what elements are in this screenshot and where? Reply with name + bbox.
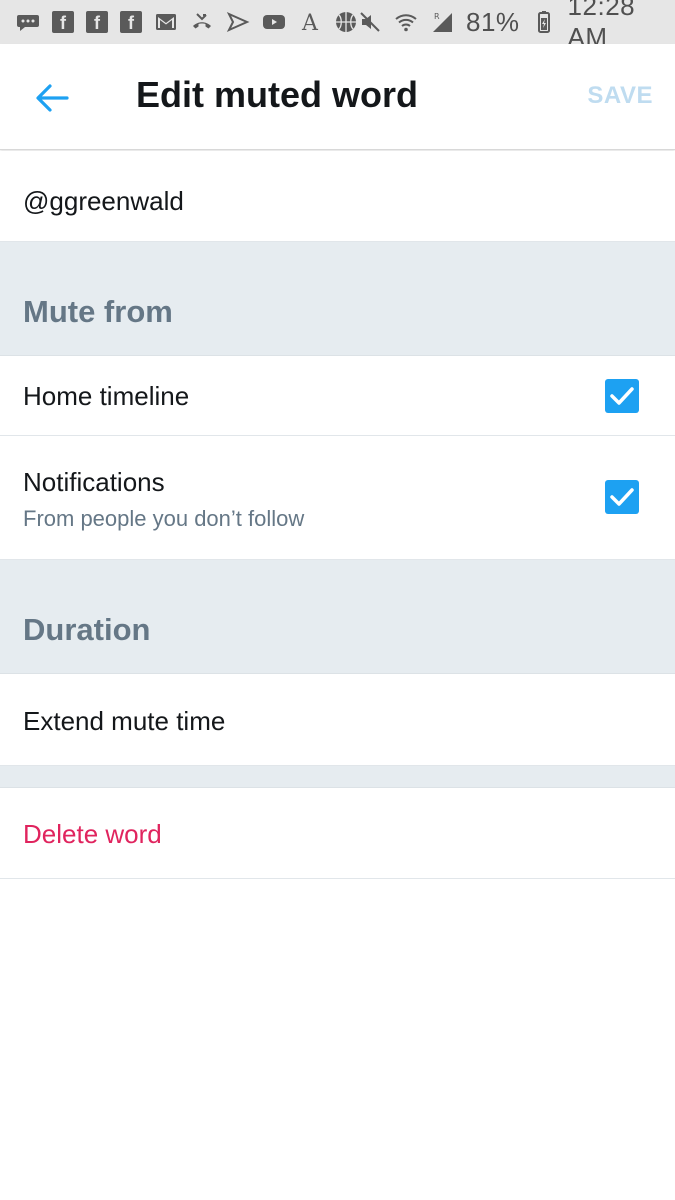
delete-word-row[interactable]: Delete word	[0, 788, 675, 879]
back-arrow-icon	[36, 84, 69, 112]
home-timeline-label: Home timeline	[23, 381, 190, 411]
svg-text:A: A	[301, 11, 319, 34]
svg-text:R: R	[434, 12, 440, 21]
muted-word-value: @ggreenwald	[23, 186, 184, 216]
notifications-label: Notifications	[23, 467, 165, 497]
app-header: Edit muted word SAVE	[0, 44, 675, 150]
delete-word-button[interactable]: Delete word	[23, 819, 162, 850]
save-button[interactable]: SAVE	[587, 82, 653, 110]
facebook-icon: f	[52, 11, 74, 33]
font-icon: A	[298, 10, 322, 34]
status-bar: f f f A R 81% 12:28 AM	[0, 0, 675, 52]
sprint-icon	[226, 10, 250, 34]
messages-icon	[16, 10, 40, 34]
mute-icon	[358, 10, 382, 34]
page-title: Edit muted word	[136, 74, 418, 115]
section-divider	[0, 766, 675, 788]
extend-mute-time-row[interactable]: Extend mute time	[0, 674, 675, 766]
gmail-icon	[154, 10, 178, 34]
missed-call-icon	[190, 10, 214, 34]
back-button[interactable]	[30, 76, 74, 120]
notifications-row[interactable]: Notifications From people you don’t foll…	[0, 436, 675, 560]
battery-icon	[532, 10, 556, 34]
signal-icon: R	[430, 10, 454, 34]
youtube-icon	[262, 10, 286, 34]
battery-percent: 81%	[466, 6, 520, 37]
mute-from-title: Mute from	[23, 294, 173, 329]
checkmark-icon	[610, 387, 634, 405]
notifications-sublabel: From people you don’t follow	[23, 506, 305, 531]
extend-mute-time-label: Extend mute time	[23, 706, 226, 736]
checkmark-icon	[610, 488, 634, 506]
notifications-checkbox[interactable]	[605, 480, 639, 514]
status-bar-notifications: f f f A	[16, 10, 358, 34]
facebook-icon: f	[86, 11, 108, 33]
facebook-icon: f	[120, 11, 142, 33]
mute-from-section-header: Mute from	[0, 242, 675, 356]
muted-word-field[interactable]: @ggreenwald	[0, 151, 675, 242]
duration-section-header: Duration	[0, 560, 675, 674]
home-timeline-row[interactable]: Home timeline	[0, 356, 675, 436]
basketball-icon	[334, 10, 358, 34]
duration-title: Duration	[23, 612, 151, 647]
wifi-icon	[394, 10, 418, 34]
home-timeline-checkbox[interactable]	[605, 379, 639, 413]
